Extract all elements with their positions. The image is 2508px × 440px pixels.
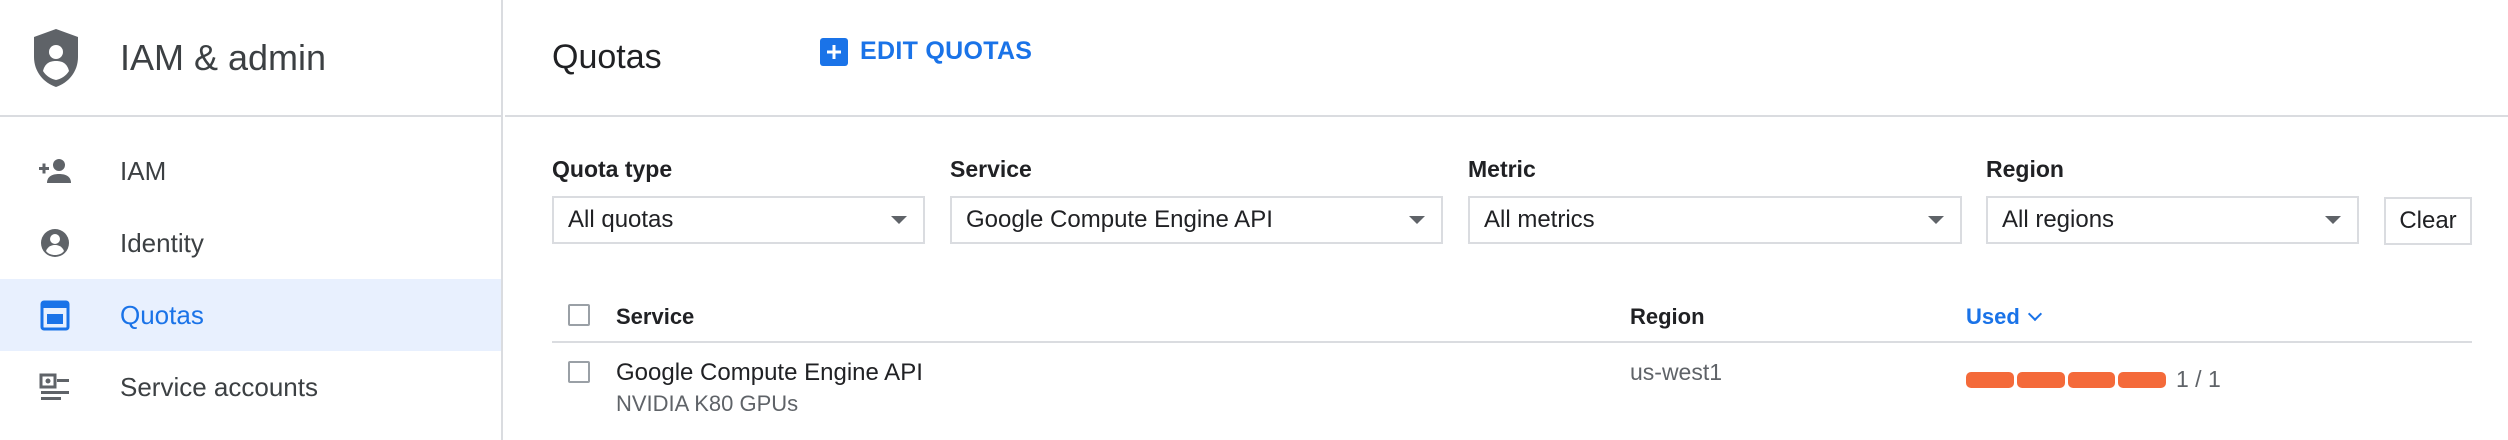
metric-value: All metrics	[1484, 206, 1595, 233]
edit-quotas-button[interactable]: EDIT QUOTAS	[820, 37, 1032, 66]
page-title: Quotas	[552, 38, 662, 76]
dropdown-arrow-icon	[1409, 216, 1425, 224]
sidebar-item-label: Quotas	[120, 299, 204, 330]
product-title: IAM & admin	[120, 36, 327, 78]
select-all-checkbox[interactable]	[568, 304, 590, 326]
sidebar: IAM & admin IAM Identity Quotas Service …	[0, 0, 503, 440]
service-account-icon	[38, 370, 72, 404]
dropdown-arrow-icon	[1928, 216, 1944, 224]
metric-label: Metric	[1468, 156, 1536, 182]
table-header: Service Region Used	[552, 288, 2472, 343]
sidebar-item-iam[interactable]: IAM	[0, 135, 501, 207]
usage-bar-segment	[2118, 371, 2166, 388]
row-region: us-west1	[1630, 359, 1723, 385]
sidebar-item-service-accounts[interactable]: Service accounts	[0, 351, 501, 423]
sidebar-item-identity[interactable]: Identity	[0, 207, 501, 279]
person-add-icon	[38, 154, 72, 188]
metric-select[interactable]: All metrics	[1468, 196, 1962, 244]
shield-icon	[34, 28, 78, 87]
dropdown-arrow-icon	[2325, 216, 2341, 224]
usage-text: 1 / 1	[2176, 366, 2221, 392]
dropdown-arrow-icon	[891, 216, 907, 224]
sidebar-item-label: Service accounts	[120, 371, 318, 402]
service-value: Google Compute Engine API	[966, 206, 1273, 233]
plus-icon	[820, 37, 848, 66]
sidebar-item-label: Identity	[120, 227, 204, 258]
sidebar-nav: IAM Identity Quotas Service accounts	[0, 117, 501, 423]
usage-bar	[1966, 371, 2166, 388]
row-checkbox[interactable]	[568, 361, 590, 383]
usage-bar-segment	[2016, 371, 2065, 388]
table-row: Google Compute Engine API NVIDIA K80 GPU…	[552, 345, 2472, 440]
column-header-used-label: Used	[1966, 304, 2020, 329]
quota-type-filter: Quota type All quotas	[552, 156, 925, 244]
sidebar-header: IAM & admin	[0, 0, 501, 117]
service-filter: Service Google Compute Engine API	[950, 156, 1443, 244]
chevron-down-icon	[2027, 306, 2042, 322]
quota-icon	[38, 298, 72, 332]
row-metric: NVIDIA K80 GPUs	[616, 391, 799, 416]
region-filter: Region All regions	[1986, 156, 2359, 244]
clear-button[interactable]: Clear	[2384, 197, 2472, 245]
service-select[interactable]: Google Compute Engine API	[950, 196, 1443, 244]
usage-bar-segment	[2067, 371, 2116, 388]
quota-type-value: All quotas	[568, 206, 674, 233]
account-circle-icon	[38, 226, 72, 260]
column-header-service: Service	[616, 304, 695, 329]
column-header-used[interactable]: Used	[1966, 304, 2042, 330]
region-value: All regions	[2002, 206, 2115, 233]
page-header: Quotas EDIT QUOTAS	[505, 0, 2508, 117]
usage-bar-segment	[1966, 371, 2014, 388]
region-select[interactable]: All regions	[1986, 196, 2359, 244]
region-label: Region	[1986, 156, 2064, 182]
quota-type-label: Quota type	[552, 156, 673, 182]
metric-filter: Metric All metrics	[1468, 156, 1962, 244]
quota-type-select[interactable]: All quotas	[552, 196, 925, 244]
sidebar-item-label: IAM	[120, 155, 167, 186]
usage-indicator: 1 / 1	[1966, 366, 2221, 393]
edit-quotas-label: EDIT QUOTAS	[860, 37, 1033, 65]
sidebar-item-quotas[interactable]: Quotas	[0, 279, 501, 351]
row-service: Google Compute Engine API	[616, 359, 923, 386]
column-header-region: Region	[1630, 304, 1705, 329]
service-label: Service	[950, 156, 1032, 182]
